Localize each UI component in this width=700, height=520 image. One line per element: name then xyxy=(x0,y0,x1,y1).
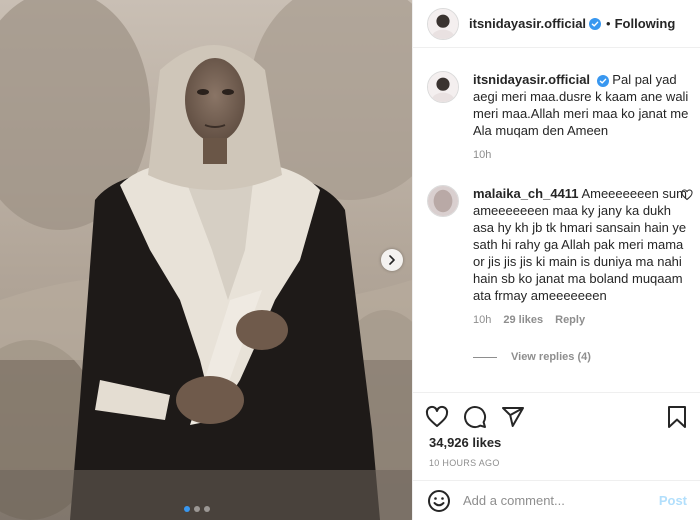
carousel-dot xyxy=(184,506,190,512)
comment-meta: 10h 29 likes Reply xyxy=(473,314,689,326)
comment-input[interactable] xyxy=(463,493,659,508)
add-comment-bar: Post xyxy=(413,480,700,520)
comment-body: malaika_ch_4411 Ameeeeeeen sum ameeeeeee… xyxy=(473,185,689,304)
avatar[interactable] xyxy=(427,71,459,103)
likes-count[interactable]: 34,926 likes xyxy=(425,435,689,450)
caption-username[interactable]: itsnidayasir.official xyxy=(473,72,590,87)
verified-badge-icon xyxy=(596,74,609,87)
caption-body: itsnidayasir.official Pal pal yad aegi m… xyxy=(473,71,689,139)
caption-time[interactable]: 10h xyxy=(473,149,491,161)
replies-line xyxy=(473,356,497,358)
view-replies-button[interactable]: View replies (4) xyxy=(473,351,591,363)
caption: itsnidayasir.official Pal pal yad aegi m… xyxy=(427,71,689,161)
action-icons xyxy=(425,393,689,441)
reply-button[interactable]: Reply xyxy=(555,314,585,326)
emoji-button[interactable] xyxy=(427,489,451,513)
post-sidebar: itsnidayasir.official • Following itsnid… xyxy=(412,0,700,520)
post-timestamp[interactable]: 10 HOURS AGO xyxy=(425,458,689,468)
avatar[interactable] xyxy=(427,7,459,40)
post-comment-button[interactable]: Post xyxy=(659,493,687,508)
header-username[interactable]: itsnidayasir.official xyxy=(469,16,586,31)
chevron-right-icon xyxy=(389,255,395,265)
post-photo[interactable] xyxy=(0,0,412,520)
verified-badge-icon xyxy=(589,17,602,30)
comment-text: Ameeeeeeen sum ameeeeeeen maa ky jany ka… xyxy=(473,186,687,303)
comment-button[interactable] xyxy=(463,405,487,429)
post-actions: 34,926 likes 10 HOURS AGO xyxy=(413,392,700,472)
comment-item: malaika_ch_4411 Ameeeeeeen sum ameeeeeee… xyxy=(427,185,693,326)
separator: • xyxy=(606,16,611,31)
view-replies-label: View replies (4) xyxy=(511,351,591,363)
share-button[interactable] xyxy=(501,405,525,429)
comment-username[interactable]: malaika_ch_4411 xyxy=(473,186,579,201)
save-button[interactable] xyxy=(665,405,689,429)
emoji-icon xyxy=(428,489,450,512)
comments-list[interactable]: itsnidayasir.official Pal pal yad aegi m… xyxy=(413,49,700,391)
comment-time[interactable]: 10h xyxy=(473,314,491,326)
next-comment-peek xyxy=(427,387,689,391)
post-header: itsnidayasir.official • Following xyxy=(413,0,700,48)
avatar[interactable] xyxy=(427,185,459,217)
share-icon xyxy=(502,407,524,427)
carousel-indicator xyxy=(184,506,210,512)
comment-likes[interactable]: 29 likes xyxy=(503,314,543,326)
caption-meta: 10h xyxy=(473,149,689,161)
bookmark-icon xyxy=(668,406,686,428)
like-button[interactable] xyxy=(425,405,449,429)
comment-icon xyxy=(464,406,487,429)
heart-icon[interactable] xyxy=(681,189,693,201)
portrait-image xyxy=(0,0,412,520)
heart-icon xyxy=(425,405,449,427)
carousel-dot xyxy=(204,506,210,512)
carousel-dot xyxy=(194,506,200,512)
following-button[interactable]: Following xyxy=(615,16,676,31)
next-photo-button[interactable] xyxy=(381,249,403,271)
